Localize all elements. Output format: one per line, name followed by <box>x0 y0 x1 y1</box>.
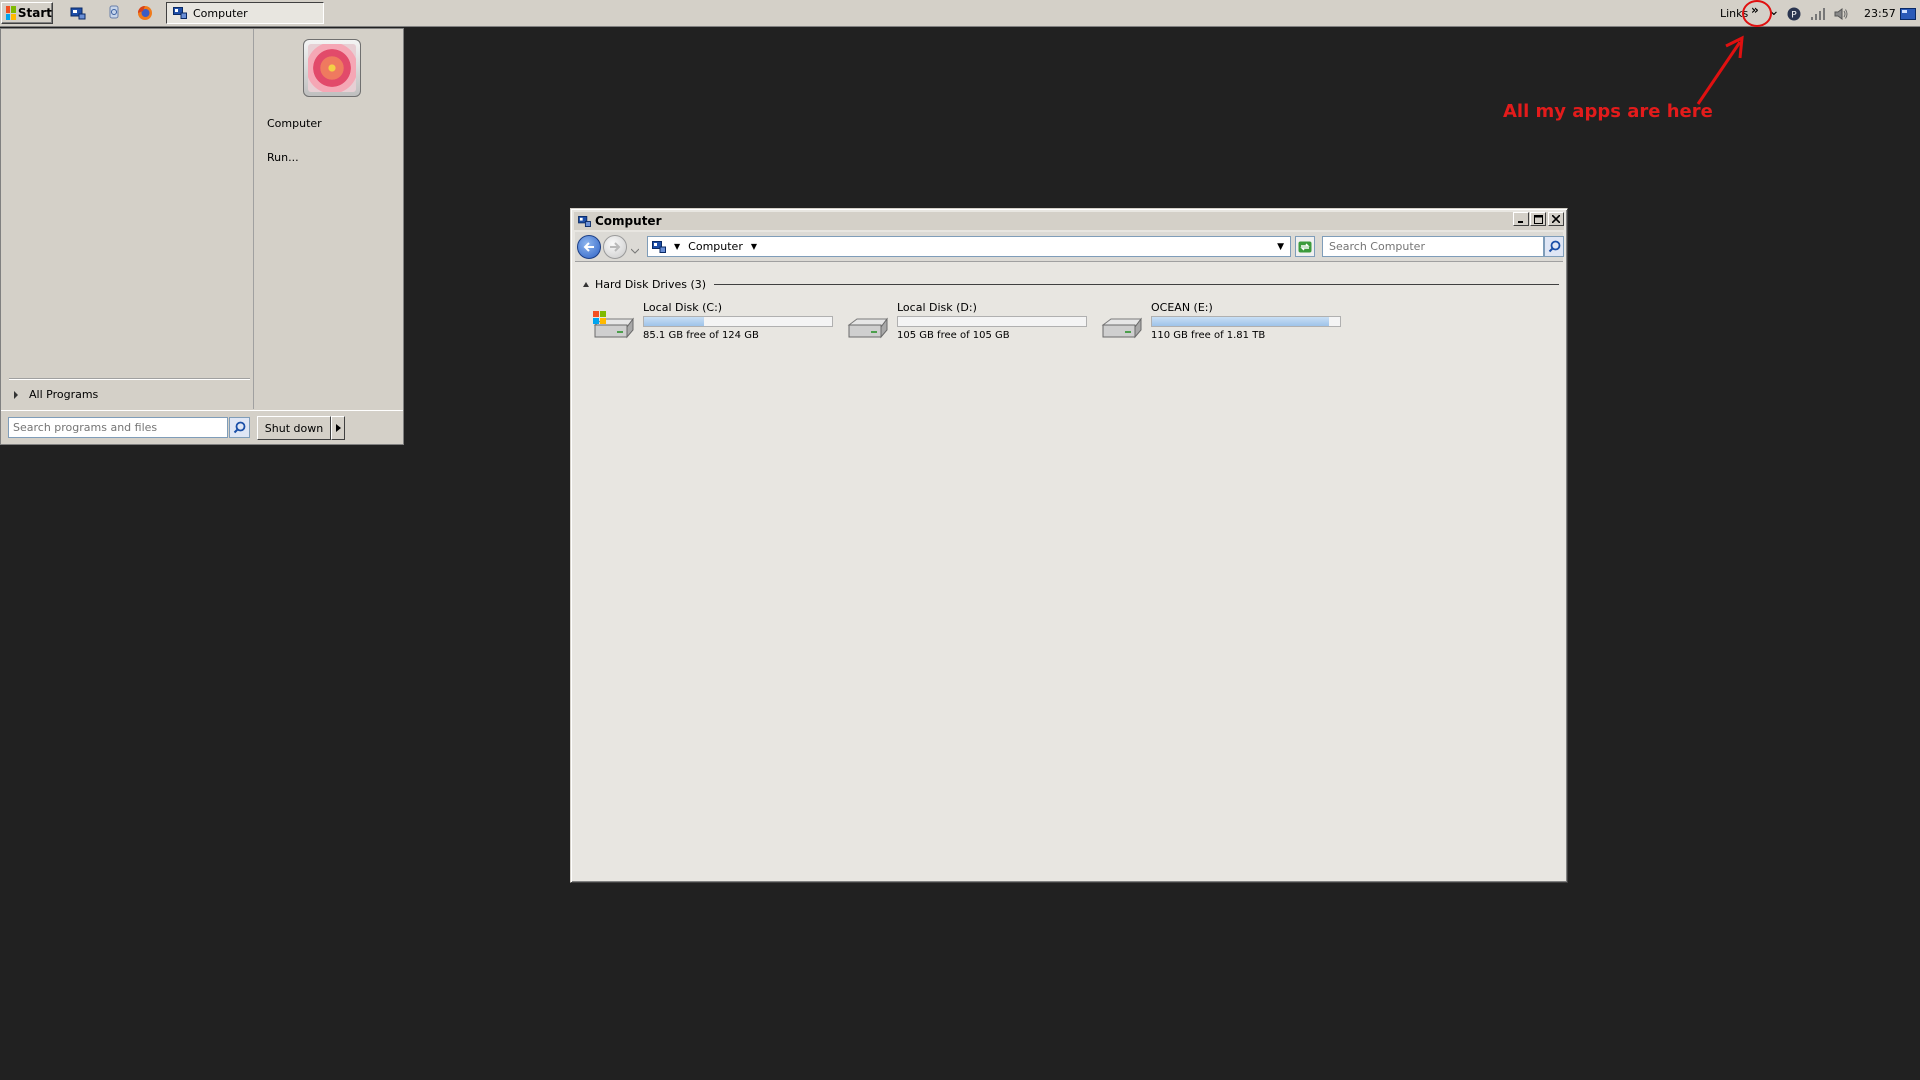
maximize-button[interactable] <box>1530 212 1546 226</box>
back-button[interactable] <box>577 235 601 259</box>
start-menu-separator <box>9 378 250 380</box>
address-dropdown-icon[interactable]: ▼ <box>1277 242 1284 252</box>
start-label: Start <box>17 6 52 20</box>
drive-c-item[interactable]: Local Disk (C:) 85.1 GB free of 124 GB <box>591 301 833 345</box>
network-signal-icon[interactable] <box>1810 6 1826 22</box>
all-programs-button[interactable]: All Programs <box>13 388 98 401</box>
computer-icon <box>578 215 591 227</box>
drive-usage-bar <box>1151 316 1341 327</box>
clock[interactable]: 23:57 <box>1864 7 1896 20</box>
refresh-button[interactable] <box>1295 236 1315 257</box>
start-menu: All Programs Computer Run... Shut down <box>0 28 404 445</box>
drive-free-space: 85.1 GB free of 124 GB <box>643 330 759 341</box>
windows-logo-icon <box>6 6 16 20</box>
collapse-arrow-icon <box>583 281 589 287</box>
drive-d-item[interactable]: Local Disk (D:) 105 GB free of 105 GB <box>845 301 1087 345</box>
start-menu-bottom-bar: Shut down <box>1 410 403 444</box>
firefox-icon[interactable] <box>135 4 155 22</box>
start-menu-places-pane: Computer Run... <box>255 29 403 409</box>
windows-drive-icon <box>593 311 634 339</box>
explorer-window: Computer ▼ Computer ▼ ▼ Search Computer … <box>570 208 1568 883</box>
drive-free-space: 105 GB free of 105 GB <box>897 330 1010 341</box>
show-desktop-tray-icon[interactable] <box>1900 6 1916 22</box>
arrow-right-icon <box>610 242 621 252</box>
flower-avatar-image <box>308 44 356 92</box>
drive-usage-fill <box>1152 317 1329 326</box>
drive-usage-bar <box>897 316 1087 327</box>
arrow-left-icon <box>583 242 594 252</box>
taskbar-item-computer[interactable]: Computer <box>166 2 324 24</box>
drive-usage-fill <box>644 317 705 326</box>
taskbar-item-label: Computer <box>193 6 248 20</box>
maximize-icon <box>1533 214 1543 224</box>
drive-name: Local Disk (C:) <box>643 301 723 314</box>
annotation-circle <box>1742 0 1772 27</box>
window-title: Computer <box>595 214 662 228</box>
annotation-arrow <box>1696 35 1744 105</box>
shutdown-options-arrow-icon[interactable] <box>331 416 345 440</box>
tray-app-icon[interactable]: P <box>1786 6 1802 22</box>
refresh-icon <box>1298 241 1312 252</box>
volume-icon[interactable] <box>1833 6 1849 22</box>
annotation-text: All my apps are here <box>1503 101 1713 122</box>
svg-text:P: P <box>1791 11 1797 21</box>
hard-drive-icon <box>1101 317 1142 339</box>
start-menu-item-computer[interactable]: Computer <box>267 117 322 130</box>
computer-icon <box>173 7 187 19</box>
breadcrumb-root-arrow-icon[interactable]: ▼ <box>674 242 680 251</box>
navigation-bar: ▼ Computer ▼ ▼ <box>575 232 1564 262</box>
start-button[interactable]: Start <box>1 2 53 24</box>
user-avatar[interactable] <box>303 39 361 97</box>
drive-free-space: 110 GB free of 1.81 TB <box>1151 330 1266 341</box>
all-programs-label: All Programs <box>29 388 99 401</box>
drive-usage-bar <box>643 316 833 327</box>
search-computer-input[interactable] <box>1322 236 1544 257</box>
search-icon[interactable] <box>1544 236 1564 257</box>
recent-pages-chevron-icon[interactable] <box>630 243 640 257</box>
drive-name: OCEAN (E:) <box>1151 301 1213 314</box>
group-label: Hard Disk Drives (3) <box>595 277 707 291</box>
window-titlebar[interactable]: Computer <box>574 212 1564 230</box>
search-icon[interactable] <box>229 417 250 438</box>
minimize-button[interactable] <box>1513 212 1529 226</box>
address-bar[interactable]: ▼ Computer ▼ ▼ <box>647 236 1291 257</box>
breadcrumb-computer[interactable]: Computer <box>688 240 743 253</box>
show-desktop-icon[interactable] <box>68 4 88 22</box>
arrow-right-icon <box>14 390 18 399</box>
group-divider <box>714 283 1559 285</box>
close-button[interactable] <box>1548 212 1564 226</box>
taskbar: Start Computer Links » ⌄ P 23:57 <box>0 0 1920 27</box>
hard-drive-icon <box>847 317 888 339</box>
minimize-icon <box>1518 221 1523 223</box>
drive-e-item[interactable]: OCEAN (E:) 110 GB free of 1.81 TB <box>1099 301 1341 345</box>
shutdown-button[interactable]: Shut down <box>257 416 331 440</box>
breadcrumb-computer-arrow-icon[interactable]: ▼ <box>751 242 757 251</box>
forward-button[interactable] <box>603 235 627 259</box>
start-menu-item-run[interactable]: Run... <box>267 151 299 164</box>
start-menu-programs-pane: All Programs <box>1 29 254 409</box>
drive-name: Local Disk (D:) <box>897 301 977 314</box>
computer-icon <box>652 240 666 253</box>
switch-windows-icon[interactable] <box>104 4 124 22</box>
close-icon <box>1552 215 1560 223</box>
group-header-hard-disk-drives[interactable]: Hard Disk Drives (3) <box>583 277 1559 291</box>
start-search-input[interactable] <box>8 417 228 438</box>
